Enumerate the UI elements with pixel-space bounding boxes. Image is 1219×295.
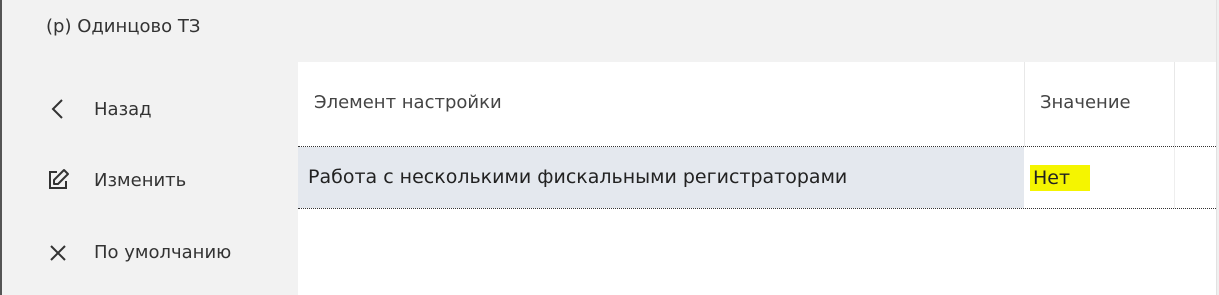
sidebar: Назад Изменить По умолчанию <box>2 62 298 295</box>
column-header-value[interactable]: Значение <box>1040 92 1131 113</box>
column-separator <box>1024 62 1025 146</box>
chevron-left-icon <box>51 99 63 119</box>
back-button[interactable]: Назад <box>2 74 298 146</box>
setting-value-cell[interactable]: Нет <box>1024 147 1174 208</box>
edit-button[interactable]: Изменить <box>2 146 298 218</box>
default-button-label: По умолчанию <box>94 242 232 263</box>
page-title: (р) Одинцово ТЗ <box>46 16 201 37</box>
row-extra-cell <box>1174 147 1216 208</box>
settings-table: Элемент настройки Значение Работа с неск… <box>298 62 1216 295</box>
row-divider <box>298 208 1216 209</box>
back-button-label: Назад <box>94 99 152 120</box>
column-header-element[interactable]: Элемент настройки <box>314 92 502 113</box>
setting-value: Нет <box>1030 165 1091 191</box>
edit-button-label: Изменить <box>94 170 187 191</box>
column-separator <box>1174 62 1175 146</box>
table-row[interactable]: Работа с несколькими фискальными регистр… <box>298 147 1216 208</box>
table-header: Элемент настройки Значение <box>298 62 1216 146</box>
edit-icon <box>49 169 69 189</box>
setting-name: Работа с несколькими фискальными регистр… <box>308 166 848 188</box>
settings-window: (р) Одинцово ТЗ Назад Изменить По умолча… <box>0 0 1219 295</box>
default-button[interactable]: По умолчанию <box>2 218 298 290</box>
setting-name-cell[interactable]: Работа с несколькими фискальными регистр… <box>298 147 1024 208</box>
close-icon <box>50 245 66 261</box>
title-bar: (р) Одинцово ТЗ <box>2 0 1216 62</box>
